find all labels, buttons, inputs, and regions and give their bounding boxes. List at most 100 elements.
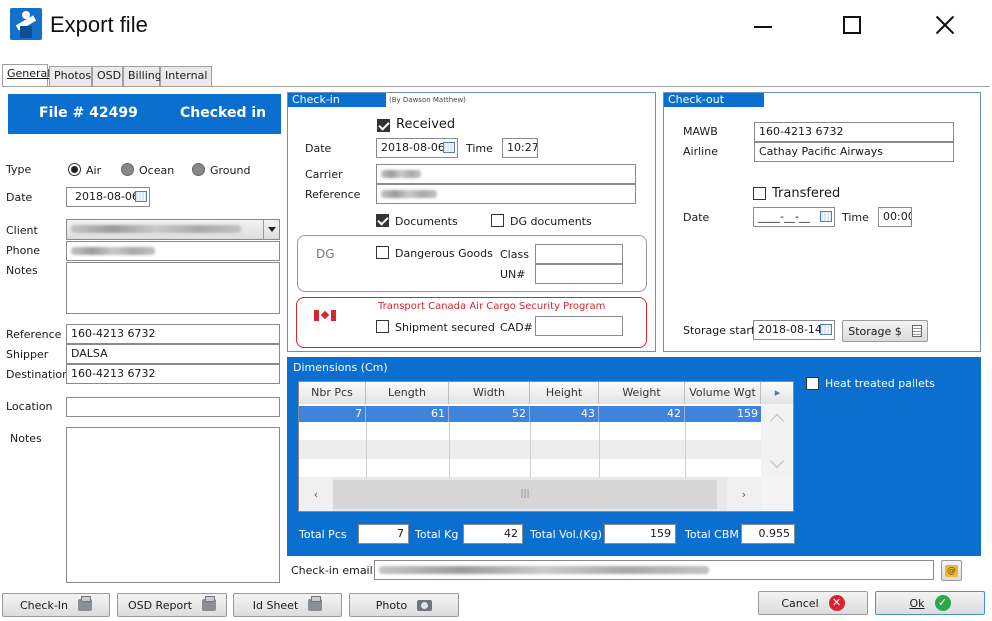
phone-label: Phone xyxy=(6,244,41,257)
calendar-icon[interactable] xyxy=(820,211,832,222)
date-field[interactable]: 2018-08-06 xyxy=(66,187,150,207)
checkin-reference-field[interactable] xyxy=(376,184,636,204)
phone-field[interactable] xyxy=(66,241,280,261)
type-ocean-label: Ocean xyxy=(139,164,175,177)
shipper-field[interactable]: DALSA xyxy=(66,344,280,364)
checkin-reference-label: Reference xyxy=(305,188,361,201)
un-field[interactable] xyxy=(535,264,623,284)
checkin-email-field[interactable] xyxy=(374,560,934,580)
col-nbr-pcs[interactable]: Nbr Pcs xyxy=(299,382,366,404)
airline-field[interactable]: Cathay Pacific Airways xyxy=(754,142,954,162)
scroll-right-arrow-icon[interactable]: › xyxy=(727,478,761,511)
storage-start-label: Storage start xyxy=(683,324,756,337)
tab-panel-border xyxy=(2,86,990,87)
checkin-time-label: Time xyxy=(466,142,493,155)
calendar-icon[interactable] xyxy=(135,191,147,202)
ok-button[interactable]: Ok ✓ xyxy=(875,591,985,615)
checkout-time-field[interactable]: 00:00 xyxy=(878,207,912,227)
checkout-time-label: Time xyxy=(842,211,869,224)
col-height[interactable]: Height xyxy=(530,382,599,404)
col-volume-wgt[interactable]: Volume Wgt xyxy=(685,382,761,404)
vertical-scrollbar[interactable] xyxy=(761,404,793,478)
date-label: Date xyxy=(6,191,33,204)
mawb-field[interactable]: 160-4213 6732 xyxy=(754,122,954,142)
tab-billing[interactable]: Billing xyxy=(123,66,162,86)
cad-field[interactable] xyxy=(535,316,623,336)
scrollbar-thumb[interactable]: ||| xyxy=(333,480,717,509)
location-label: Location xyxy=(6,400,53,413)
cancel-button[interactable]: Cancel ✕ xyxy=(758,591,868,615)
tab-internal[interactable]: Internal xyxy=(160,66,212,86)
calendar-icon[interactable] xyxy=(443,142,455,153)
checkout-date-field[interactable]: ____-__-__ xyxy=(753,207,835,227)
total-cbm-label: Total CBM xyxy=(685,528,739,541)
file-number: File # 42499 xyxy=(39,105,138,121)
tab-osd[interactable]: OSD xyxy=(92,66,123,86)
printer-icon xyxy=(78,596,93,611)
maximize-button[interactable] xyxy=(834,10,874,42)
class-label: Class xyxy=(500,248,529,261)
location-field[interactable] xyxy=(66,397,280,417)
scroll-right-icon[interactable]: ▸ xyxy=(761,382,793,404)
storage-start-field[interactable]: 2018-08-14 xyxy=(753,320,835,340)
dimensions-table: Nbr Pcs Length Width Height Weight Volum… xyxy=(298,381,794,512)
tc-title: Transport Canada Air Cargo Security Prog… xyxy=(378,301,606,312)
type-air-radio[interactable] xyxy=(68,163,81,176)
printer-icon xyxy=(308,596,323,611)
tab-general[interactable]: General xyxy=(2,64,50,86)
cancel-icon: ✕ xyxy=(828,595,845,611)
id-sheet-button[interactable]: Id Sheet xyxy=(233,593,342,617)
shipper-label: Shipper xyxy=(6,348,49,361)
shipment-secured-label: Shipment secured xyxy=(395,321,495,334)
received-label: Received xyxy=(396,117,456,132)
canada-flag-icon xyxy=(314,310,336,321)
minimize-button[interactable] xyxy=(744,10,784,42)
total-kg-field: 42 xyxy=(463,524,523,544)
type-ocean-radio[interactable] xyxy=(121,163,134,176)
scroll-up-icon[interactable] xyxy=(769,413,785,429)
dangerous-goods-checkbox[interactable] xyxy=(376,246,389,259)
col-length[interactable]: Length xyxy=(366,382,449,404)
calculator-icon xyxy=(911,325,922,337)
notes2-label: Notes xyxy=(10,432,42,445)
heat-treated-checkbox[interactable] xyxy=(806,377,819,390)
reference-label: Reference xyxy=(6,328,62,341)
tab-photos[interactable]: Photos xyxy=(49,66,92,86)
email-button[interactable]: @ xyxy=(941,560,962,581)
type-label: Type xyxy=(6,163,32,176)
destination-field[interactable]: 160-4213 6732 xyxy=(66,364,280,384)
col-width[interactable]: Width xyxy=(449,382,530,404)
type-ground-radio[interactable] xyxy=(192,163,205,176)
received-checkbox[interactable] xyxy=(377,119,390,132)
total-pcs-field: 7 xyxy=(358,524,409,544)
calendar-icon[interactable] xyxy=(820,324,832,335)
photo-button[interactable]: Photo xyxy=(349,593,459,617)
transfered-checkbox[interactable] xyxy=(753,187,766,200)
notes-field[interactable] xyxy=(66,262,280,314)
dg-documents-checkbox[interactable] xyxy=(491,214,504,227)
client-select[interactable] xyxy=(66,219,280,240)
class-field[interactable] xyxy=(535,244,623,264)
checkin-button[interactable]: Check-In xyxy=(2,593,110,617)
checkin-date-label: Date xyxy=(305,142,332,155)
osd-report-button[interactable]: OSD Report xyxy=(117,593,227,617)
close-button[interactable] xyxy=(924,10,964,42)
checkin-time-field[interactable]: 10:27 xyxy=(502,138,538,158)
carrier-field[interactable] xyxy=(376,164,636,184)
checkin-email-label: Check-in email xyxy=(291,564,373,577)
reference-field[interactable]: 160-4213 6732 xyxy=(66,324,280,344)
scroll-left-icon[interactable]: ‹ xyxy=(299,478,333,511)
total-kg-label: Total Kg xyxy=(415,528,459,541)
shipment-secured-checkbox[interactable] xyxy=(376,320,389,333)
scroll-down-icon[interactable] xyxy=(769,453,785,469)
storage-button[interactable]: Storage $ xyxy=(842,320,928,342)
horizontal-scrollbar[interactable]: ‹ ||| › xyxy=(299,478,761,511)
notes2-field[interactable] xyxy=(66,427,280,583)
notes-label: Notes xyxy=(6,264,38,277)
documents-checkbox[interactable] xyxy=(376,214,389,227)
total-pcs-label: Total Pcs xyxy=(299,528,347,541)
checkout-title: Check-out xyxy=(664,93,764,107)
col-weight[interactable]: Weight xyxy=(599,382,685,404)
checkin-date-field[interactable]: 2018-08-06 xyxy=(376,138,458,158)
table-row[interactable]: 7 61 52 43 42 159 xyxy=(299,406,761,422)
